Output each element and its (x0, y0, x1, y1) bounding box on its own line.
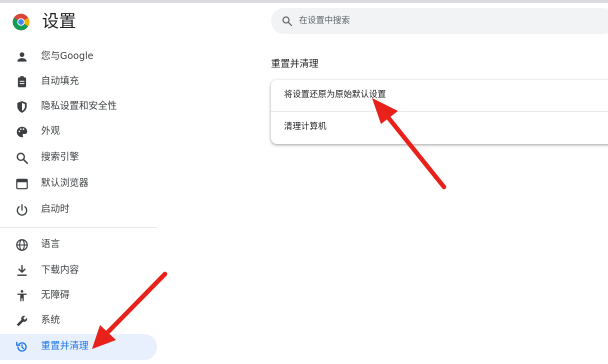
sidebar-item-system[interactable]: 系统 (0, 308, 157, 334)
sidebar-item-you-and-google[interactable]: 您与Google (0, 44, 157, 70)
search-icon (282, 16, 293, 27)
sidebar-item-label: 系统 (41, 315, 61, 326)
chrome-logo (12, 13, 30, 31)
sidebar: 您与Google 自动填充 隐私设置和安全性 外观 搜索引擎 默认浏览器 启动时… (0, 44, 160, 364)
palette-icon (16, 126, 28, 138)
shield-icon (17, 101, 27, 113)
sidebar-item-privacy[interactable]: 隐私设置和安全性 (0, 94, 157, 120)
download-icon (17, 265, 27, 276)
sidebar-item-default-browser[interactable]: 默认浏览器 (0, 171, 157, 197)
reset-icon (16, 341, 27, 352)
sidebar-item-label: 语言 (41, 239, 61, 250)
person-icon (17, 52, 27, 62)
power-icon (16, 204, 28, 216)
sidebar-item-search-engine[interactable]: 搜索引擎 (0, 145, 157, 171)
sidebar-item-label: 重置并清理 (41, 341, 89, 352)
sidebar-item-languages[interactable]: 语言 (0, 232, 157, 258)
sidebar-item-accessibility[interactable]: 无障碍 (0, 283, 157, 309)
sidebar-divider (0, 227, 157, 228)
restore-defaults-row[interactable]: 将设置还原为原始默认设置 (271, 80, 608, 111)
sidebar-item-autofill[interactable]: 自动填充 (0, 69, 157, 95)
wrench-icon (16, 315, 28, 327)
search-icon (16, 152, 29, 165)
search-input[interactable] (299, 12, 599, 30)
clean-up-computer-row[interactable]: 清理计算机 (271, 112, 608, 143)
restore-defaults-label: 将设置还原为原始默认设置 (284, 90, 387, 100)
sidebar-item-label: 默认浏览器 (41, 178, 89, 189)
accessibility-icon (17, 290, 27, 302)
sidebar-item-label: 无障碍 (41, 290, 70, 301)
sidebar-item-label: 下载内容 (41, 265, 80, 276)
sidebar-item-label: 外观 (41, 126, 61, 137)
sidebar-item-label: 启动时 (41, 204, 70, 215)
sidebar-item-on-startup[interactable]: 启动时 (0, 197, 157, 223)
sidebar-item-label: 您与Google (41, 51, 94, 62)
sidebar-item-label: 搜索引擎 (41, 152, 80, 163)
globe-icon (16, 239, 28, 251)
settings-search[interactable] (271, 8, 608, 34)
section-title: 重置并清理 (271, 59, 319, 70)
page-title: 设置 (42, 12, 76, 32)
sidebar-item-appearance[interactable]: 外观 (0, 119, 157, 145)
top-divider (0, 0, 608, 3)
sidebar-item-reset-and-cleanup[interactable]: 重置并清理 (0, 334, 157, 360)
clean-up-computer-label: 清理计算机 (284, 122, 327, 132)
sidebar-item-downloads[interactable]: 下载内容 (0, 258, 157, 284)
reset-card: 将设置还原为原始默认设置 清理计算机 (271, 80, 608, 144)
browser-icon (16, 178, 28, 190)
sidebar-item-label: 自动填充 (41, 76, 80, 87)
clipboard-icon (17, 76, 27, 88)
sidebar-item-label: 隐私设置和安全性 (41, 101, 118, 112)
